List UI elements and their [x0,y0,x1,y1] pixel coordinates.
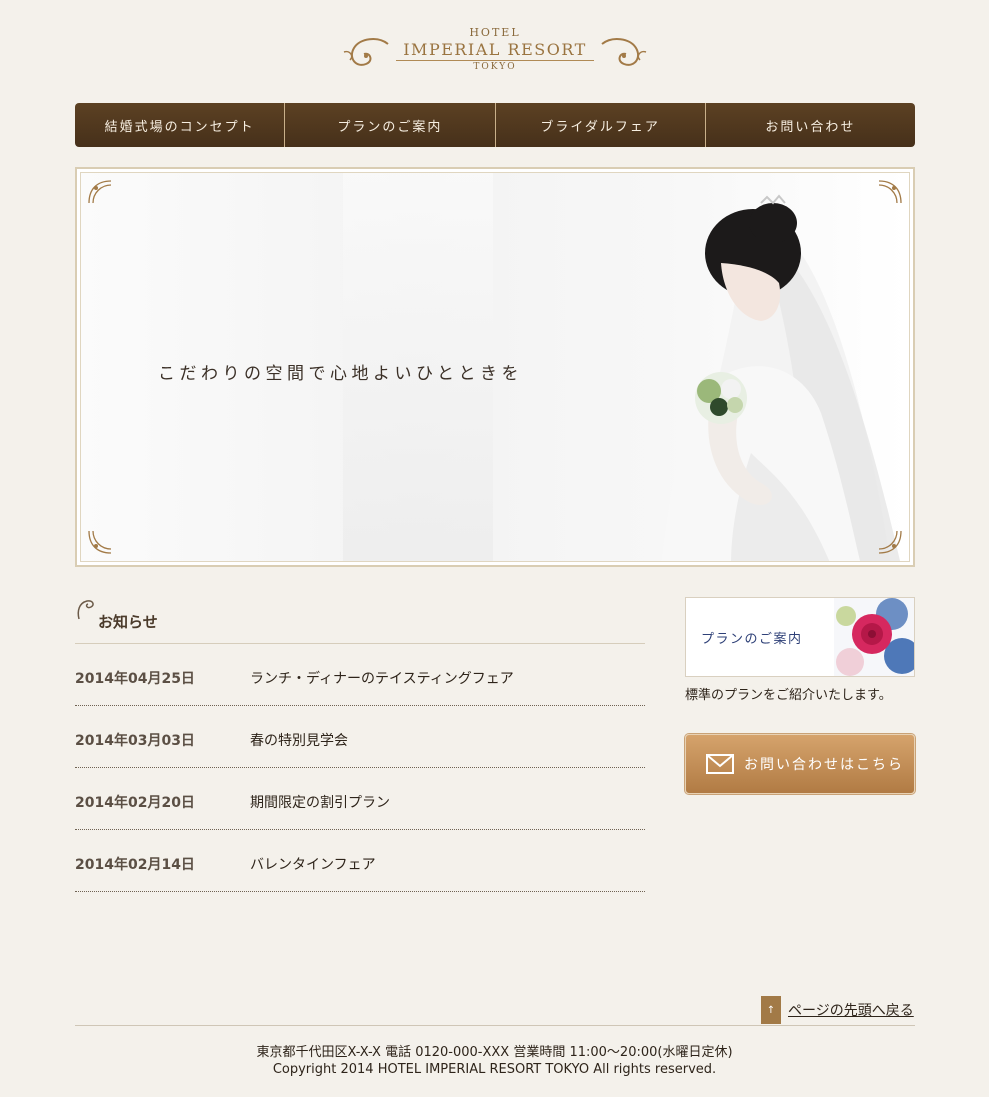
nav-item-contact[interactable]: お問い合わせ [706,103,915,147]
news-section: お知らせ 2014年04月25日 ランチ・ディナーのテイスティングフェア 201… [75,597,645,892]
news-item: 2014年02月20日 期間限定の割引プラン [75,768,645,830]
news-header: お知らせ [75,597,645,644]
news-link[interactable]: バレンタインフェア [250,854,376,874]
plan-description: 標準のプランをご紹介いたします。 [685,688,892,703]
flourish-icon [77,600,94,620]
arrow-up-icon: ↑ [761,996,781,1024]
corner-ornament-icon [88,530,112,554]
news-item: 2014年03月03日 春の特別見学会 [75,706,645,768]
news-item: 2014年02月14日 バレンタインフェア [75,830,645,892]
corner-ornament-icon [878,180,902,204]
bride-photo [661,194,901,561]
hero-banner: こだわりの空間で心地よいひとときを [75,167,915,567]
hotel-logo[interactable]: HOTEL IMPERIAL RESORT TOKYO [340,26,650,80]
nav-item-concept[interactable]: 結婚式場のコンセプト [75,103,286,147]
footer-copyright: Copyright 2014 HOTEL IMPERIAL RESORT TOK… [272,1062,717,1077]
nav-item-bridal-fair[interactable]: ブライダルフェア [496,103,706,147]
flower-bouquet-image [834,598,914,676]
footer-divider [75,1025,915,1026]
news-title: お知らせ [98,613,158,631]
envelope-icon [706,754,734,774]
news-date: 2014年02月14日 [75,856,195,873]
news-link[interactable]: 春の特別見学会 [250,730,348,750]
main-nav: 結婚式場のコンセプト プランのご案内 ブライダルフェア お問い合わせ [75,103,915,147]
contact-button-label: お問い合わせはこちら [744,757,904,773]
contact-button[interactable]: お問い合わせはこちら [685,734,915,794]
plan-banner[interactable]: プランのご案内 [685,597,915,677]
news-date: 2014年03月03日 [75,732,195,749]
news-item: 2014年04月25日 ランチ・ディナーのテイスティングフェア [75,644,645,706]
hero-copy: こだわりの空間で心地よいひとときを [158,364,523,384]
page-top-link[interactable]: ↑ ページの先頭へ戻る [761,996,914,1024]
news-date: 2014年02月20日 [75,794,195,811]
page-top-label: ページの先頭へ戻る [788,1003,914,1019]
news-link[interactable]: 期間限定の割引プラン [250,792,390,812]
corner-ornament-icon [878,530,902,554]
logo-flourish-right-icon [601,38,647,66]
hero-image: こだわりの空間で心地よいひとときを [80,172,910,562]
footer-address: 東京都千代田区X-X-X 電話 0120-000-XXX 営業時間 11:00〜… [256,1045,733,1060]
corner-ornament-icon [88,180,112,204]
plan-banner-label: プランのご案内 [701,632,803,647]
logo-rule [396,60,594,61]
nav-item-plans[interactable]: プランのご案内 [285,103,496,147]
news-link[interactable]: ランチ・ディナーのテイスティングフェア [250,668,514,688]
news-date: 2014年04月25日 [75,670,195,687]
